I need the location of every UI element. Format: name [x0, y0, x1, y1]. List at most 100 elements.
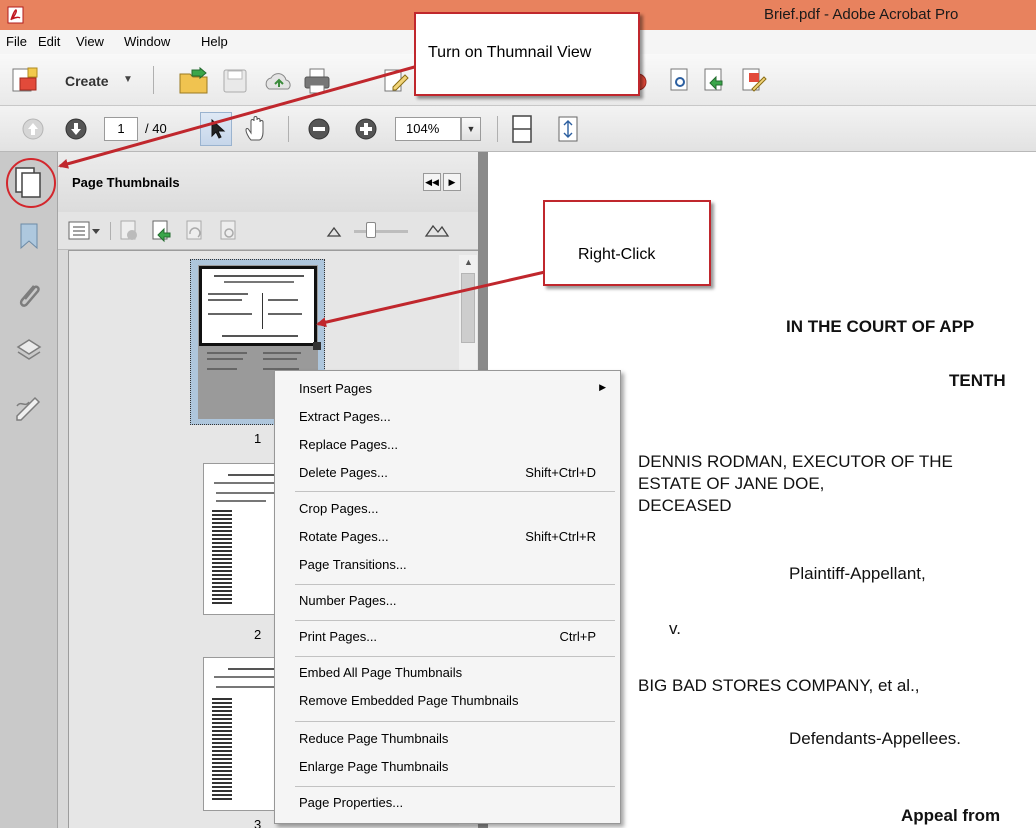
crop-handle[interactable] [313, 342, 321, 350]
menu-item-delete-pages[interactable]: Delete Pages... [299, 465, 388, 480]
collapse-panel-icon[interactable]: ◀◀ [423, 173, 441, 191]
zoom-out-icon[interactable] [307, 117, 331, 141]
print-icon[interactable] [302, 67, 332, 95]
menu-help-label: Help [201, 34, 228, 49]
thumbnail-label-2: 2 [254, 627, 262, 642]
doc-deceased-line: DECEASED [638, 496, 732, 515]
sign-document-icon[interactable] [740, 67, 768, 93]
panel-header: Page Thumbnails ◀◀ ▶ [58, 152, 478, 212]
cursor-arrow-icon [211, 118, 226, 139]
doc-circuit-heading: TENTH [949, 371, 1006, 390]
thumbnail-toolbar [58, 212, 478, 250]
menu-item-crop-pages[interactable]: Crop Pages... [299, 501, 379, 516]
save-icon[interactable] [222, 68, 248, 94]
navigation-toolbar: 1 / 40 104% ▼ [0, 106, 1036, 152]
menu-item-number-pages-label: Number Pages... [299, 593, 397, 608]
create-label: Create [65, 73, 109, 89]
menu-item-insert-pages-label: Insert Pages [299, 381, 372, 396]
acrobat-app-icon[interactable] [7, 6, 24, 24]
pdf-search-icon[interactable] [668, 67, 692, 93]
zoom-in-thumbnails-icon[interactable] [424, 220, 450, 240]
menu-item-remove-embedded-thumbnails[interactable]: Remove Embedded Page Thumbnails [299, 693, 518, 708]
open-folder-icon[interactable] [178, 66, 212, 96]
callout-right-click: Right-Click [543, 200, 711, 286]
menu-edit-label: Edit [38, 34, 61, 49]
signatures-icon[interactable] [14, 392, 44, 422]
menu-item-delete-pages-label: Delete Pages... [299, 465, 388, 480]
menu-view-label: View [76, 34, 104, 49]
highlight-circle [6, 158, 56, 208]
panel-title: Page Thumbnails [72, 175, 180, 190]
cloud-upload-icon[interactable] [263, 69, 295, 93]
menu-item-reduce-thumbnails[interactable]: Reduce Page Thumbnails [299, 731, 448, 746]
menu-item-embed-thumbnails[interactable]: Embed All Page Thumbnails [299, 665, 462, 680]
scrollbar-thumb[interactable] [461, 273, 475, 343]
menu-item-number-pages[interactable]: Number Pages... [299, 593, 397, 608]
callout-thumbnail-view: Turn on Thumnail View [414, 12, 640, 96]
page-properties-icon[interactable] [218, 219, 240, 243]
navigation-pane-buttons [0, 152, 58, 828]
thumbnail-context-menu: Insert Pages ▶ Extract Pages... Replace … [274, 370, 621, 824]
layers-icon[interactable] [14, 336, 44, 366]
menu-item-replace-pages[interactable]: Replace Pages... [299, 437, 398, 452]
menu-item-print-pages-label: Print Pages... [299, 629, 378, 644]
rotate-pages-icon[interactable] [184, 219, 206, 243]
insert-pages-icon[interactable] [150, 219, 174, 243]
menu-item-extract-pages[interactable]: Extract Pages... [299, 409, 391, 424]
callout-right-click-text: Right-Click [578, 246, 656, 263]
thumbnail-options-menu-icon[interactable] [68, 221, 102, 241]
menu-item-print-pages[interactable]: Print Pages... [299, 629, 377, 644]
doc-appeal-heading: Appeal from [901, 806, 1001, 825]
menu-item-crop-pages-label: Crop Pages... [299, 501, 379, 516]
zoom-in-icon[interactable] [354, 117, 378, 141]
edit-document-icon[interactable] [382, 67, 410, 95]
page-number-input[interactable]: 1 [104, 117, 138, 141]
thumbnail-label-1: 1 [254, 431, 262, 446]
thumbnail-size-slider-handle[interactable] [366, 222, 376, 238]
menu-item-embed-thumbnails-label: Embed All Page Thumbnails [299, 665, 463, 680]
menu-item-page-properties[interactable]: Page Properties... [299, 795, 403, 810]
menu-window-label: Window [124, 34, 171, 49]
delete-pages-icon[interactable] [118, 219, 140, 243]
scrolling-mode-icon[interactable] [510, 114, 534, 144]
panel-options-icon[interactable]: ▶ [443, 173, 461, 191]
menu-view[interactable]: View [76, 34, 104, 49]
zoom-out-thumbnails-icon[interactable] [326, 222, 346, 240]
previous-page-icon[interactable] [21, 117, 45, 141]
menu-item-insert-pages[interactable]: Insert Pages [299, 381, 372, 396]
shortcut-print-pages: Ctrl+P [559, 629, 596, 644]
zoom-dropdown-arrow-icon[interactable]: ▼ [461, 117, 481, 141]
window-title: Brief.pdf - Adobe Acrobat Pro [764, 6, 959, 23]
scroll-up-icon[interactable]: ▲ [464, 257, 473, 267]
menu-item-page-transitions[interactable]: Page Transitions... [299, 557, 407, 572]
menu-item-enlarge-thumbnails-label: Enlarge Page Thumbnails [299, 759, 449, 774]
bookmarks-icon[interactable] [16, 222, 42, 252]
select-tool-button[interactable] [200, 112, 232, 146]
create-button[interactable]: Create ▼ [10, 66, 140, 94]
doc-plaintiff-role: Plaintiff-Appellant, [789, 564, 926, 583]
export-page-icon[interactable] [702, 67, 728, 93]
menu-item-page-transitions-label: Page Transitions... [299, 557, 407, 572]
doc-estate-line: ESTATE OF JANE DOE, [638, 474, 825, 493]
menu-item-enlarge-thumbnails[interactable]: Enlarge Page Thumbnails [299, 759, 448, 774]
attachments-icon[interactable] [14, 280, 44, 314]
menu-edit[interactable]: Edit [38, 34, 60, 49]
menu-item-reduce-thumbnails-label: Reduce Page Thumbnails [299, 731, 449, 746]
menu-window[interactable]: Window [124, 34, 170, 49]
menu-item-page-properties-label: Page Properties... [299, 795, 404, 810]
create-dropdown-arrow-icon: ▼ [123, 74, 133, 85]
menu-file[interactable]: File [6, 34, 27, 49]
menu-item-rotate-pages-label: Rotate Pages... [299, 529, 389, 544]
shortcut-rotate-pages: Shift+Ctrl+R [525, 529, 596, 544]
total-pages: / 40 [145, 121, 167, 136]
submenu-arrow-icon: ▶ [599, 382, 606, 392]
next-page-icon[interactable] [64, 117, 88, 141]
menu-item-rotate-pages[interactable]: Rotate Pages... [299, 529, 389, 544]
fit-page-icon[interactable] [556, 115, 580, 143]
zoom-level-field[interactable]: 104% [395, 117, 461, 141]
menu-item-extract-pages-label: Extract Pages... [299, 409, 391, 424]
thumbnail-page-1-crop-box [199, 266, 317, 346]
hand-tool-icon[interactable] [244, 115, 270, 143]
menu-help[interactable]: Help [201, 34, 228, 49]
thumbnail-size-slider-track [354, 230, 408, 233]
